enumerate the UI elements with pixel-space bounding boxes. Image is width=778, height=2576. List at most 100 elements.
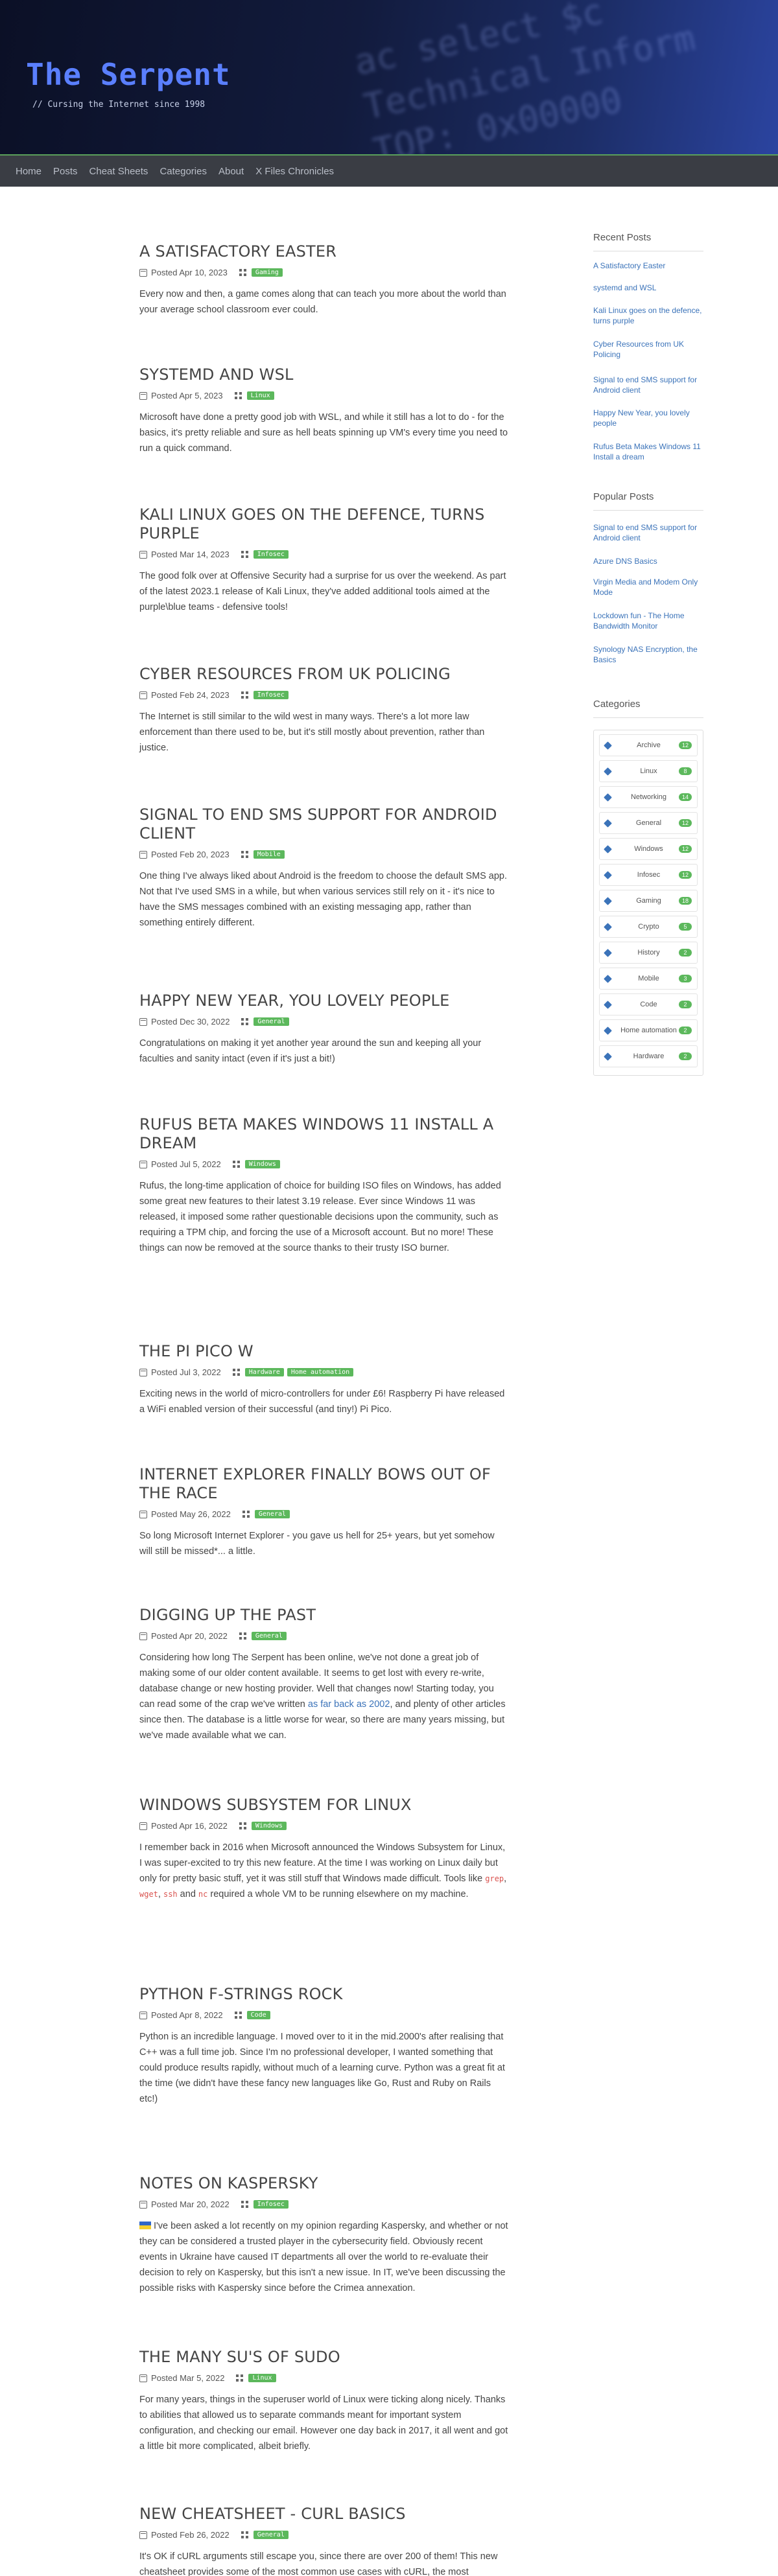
post-meta: Posted Apr 5, 2023 Linux <box>139 391 509 400</box>
post-excerpt: Python is an incredible language. I move… <box>139 2032 505 2104</box>
site-title[interactable]: The Serpent <box>26 57 231 92</box>
post-tag[interactable]: Home automation <box>287 1368 354 1376</box>
post-tag[interactable]: Infosec <box>253 550 289 559</box>
calendar-icon <box>139 850 147 859</box>
nav-cheat-sheets[interactable]: Cheat Sheets <box>89 166 148 177</box>
category-item-archive[interactable]: Archive 12 <box>599 734 698 756</box>
category-count-badge: 18 <box>679 897 692 905</box>
popular-post-link[interactable]: Lockdown fun - The Home Bandwidth Monito… <box>593 610 703 631</box>
post-title[interactable]: CYBER RESOURCES FROM UK POLICING <box>139 665 509 684</box>
post-tag[interactable]: Infosec <box>253 691 289 699</box>
post-tag[interactable]: General <box>254 1510 290 1518</box>
category-item-history[interactable]: History 2 <box>599 942 698 964</box>
category-item-general[interactable]: General 12 <box>599 812 698 834</box>
category-item-mobile[interactable]: Mobile 3 <box>599 968 698 990</box>
post-excerpt: Exciting news in the world of micro-cont… <box>139 1389 505 1415</box>
nav-posts[interactable]: Posts <box>53 166 78 177</box>
tags-icon <box>239 1632 246 1640</box>
post-text: required a whole VM to be running elsewh… <box>207 1889 469 1899</box>
post-tag[interactable]: Linux <box>248 2374 276 2382</box>
post-title[interactable]: THE MANY SU'S OF SUDO <box>139 2348 509 2367</box>
post-title[interactable]: THE PI PICO W <box>139 1342 509 1361</box>
category-count-badge: 8 <box>679 767 692 775</box>
post-tag[interactable]: Mobile <box>253 850 285 859</box>
category-label: Crypto <box>638 922 659 931</box>
post-title[interactable]: INTERNET EXPLORER FINALLY BOWS OUT OF TH… <box>139 1465 509 1503</box>
recent-post-link[interactable]: Cyber Resources from UK Policing <box>593 339 703 360</box>
category-item-gaming[interactable]: Gaming 18 <box>599 890 698 912</box>
post-tag[interactable]: Infosec <box>253 2200 289 2209</box>
tags-icon <box>241 851 248 858</box>
popular-post-link[interactable]: Synology NAS Encryption, the Basics <box>593 644 703 665</box>
category-item-linux[interactable]: Linux 8 <box>599 760 698 782</box>
post-title[interactable]: NEW CHEATSHEET - CURL BASICS <box>139 2505 509 2524</box>
recent-post-link[interactable]: Rufus Beta Makes Windows 11 Install a dr… <box>593 441 703 462</box>
tags-icon <box>234 2012 242 2019</box>
post-meta: Posted Mar 20, 2022 Infosec <box>139 2199 509 2209</box>
post-tag[interactable]: General <box>251 1632 287 1640</box>
inline-code: nc <box>198 1890 208 1899</box>
category-item-code[interactable]: Code 2 <box>599 993 698 1015</box>
post-title[interactable]: SYSTEMD AND WSL <box>139 366 509 384</box>
nav-home[interactable]: Home <box>16 166 41 177</box>
post-excerpt: One thing I've always liked about Androi… <box>139 871 508 928</box>
recent-post-link[interactable]: A Satisfactory Easter <box>593 261 703 271</box>
category-item-infosec[interactable]: Infosec 12 <box>599 864 698 886</box>
post-title[interactable]: PYTHON F-STRINGS ROCK <box>139 1985 509 2004</box>
post-meta: Posted Feb 20, 2023 Mobile <box>139 850 509 859</box>
post-tag[interactable]: General <box>253 2531 289 2539</box>
post-date: Posted Feb 24, 2023 <box>151 690 230 700</box>
post-title[interactable]: A SATISFACTORY EASTER <box>139 242 509 261</box>
category-item-home-automation[interactable]: Home automation 2 <box>599 1019 698 1041</box>
tags-icon <box>232 1161 240 1168</box>
popular-post-link[interactable]: Azure DNS Basics <box>593 556 703 566</box>
post-title[interactable]: WINDOWS SUBSYSTEM FOR LINUX <box>139 1796 509 1815</box>
post-tag[interactable]: Gaming <box>251 268 283 277</box>
post-tag[interactable]: Hardware <box>244 1368 284 1376</box>
recent-post-link[interactable]: systemd and WSL <box>593 283 703 293</box>
post-tag[interactable]: Code <box>246 2011 270 2019</box>
post-date: Posted Mar 20, 2022 <box>151 2199 230 2209</box>
category-item-crypto[interactable]: Crypto 5 <box>599 916 698 938</box>
archive-link[interactable]: as far back as 2002 <box>308 1699 390 1710</box>
popular-post-link[interactable]: Signal to end SMS support for Android cl… <box>593 522 703 543</box>
post-tag[interactable]: General <box>253 1017 289 1026</box>
post-title[interactable]: RUFUS BETA MAKES WINDOWS 11 INSTALL A DR… <box>139 1115 509 1153</box>
category-item-hardware[interactable]: Hardware 2 <box>599 1045 698 1067</box>
post-date: Posted Dec 30, 2022 <box>151 1017 230 1027</box>
post-tag[interactable]: Windows <box>244 1160 280 1168</box>
post-title[interactable]: SIGNAL TO END SMS SUPPORT FOR ANDROID CL… <box>139 806 509 843</box>
tags-icon <box>239 269 246 276</box>
tag-icon <box>604 818 612 828</box>
category-count-badge: 14 <box>679 793 692 801</box>
post-title[interactable]: KALI LINUX GOES ON THE DEFENCE, TURNS PU… <box>139 505 509 543</box>
nav-x-files-chronicles[interactable]: X Files Chronicles <box>255 166 334 177</box>
category-label: Infosec <box>637 870 661 879</box>
recent-post-link[interactable]: Happy New Year, you lovely people <box>593 408 703 428</box>
calendar-icon <box>139 1632 147 1640</box>
post-tag[interactable]: Linux <box>246 391 274 400</box>
post-title[interactable]: DIGGING UP THE PAST <box>139 1606 509 1625</box>
post-date: Posted Apr 8, 2022 <box>151 2010 223 2020</box>
nav-about[interactable]: About <box>218 166 244 177</box>
nav-categories[interactable]: Categories <box>159 166 207 177</box>
post-card: PYTHON F-STRINGS ROCK Posted Apr 8, 2022… <box>139 1985 509 2107</box>
category-label: Mobile <box>638 974 659 982</box>
post-date: Posted Apr 10, 2023 <box>151 268 228 277</box>
tags-icon <box>242 1511 250 1518</box>
category-count-badge: 12 <box>679 819 692 827</box>
post-meta: Posted Jul 5, 2022 Windows <box>139 1159 509 1169</box>
calendar-icon <box>139 1510 147 1518</box>
category-item-windows[interactable]: Windows 12 <box>599 838 698 860</box>
tags-icon <box>232 1369 240 1376</box>
post-title[interactable]: NOTES ON KASPERSKY <box>139 2174 509 2193</box>
recent-post-link[interactable]: Signal to end SMS support for Android cl… <box>593 375 703 395</box>
category-count-badge: 2 <box>679 1001 692 1008</box>
post-meta: Posted Apr 8, 2022 Code <box>139 2010 509 2020</box>
post-title[interactable]: HAPPY NEW YEAR, YOU LOVELY PEOPLE <box>139 992 509 1010</box>
post-text: I've been asked a lot recently on my opi… <box>139 2221 508 2293</box>
popular-post-link[interactable]: Virgin Media and Modem Only Mode <box>593 577 703 598</box>
category-item-networking[interactable]: Networking 14 <box>599 786 698 808</box>
post-tag[interactable]: Windows <box>251 1822 287 1830</box>
recent-post-link[interactable]: Kali Linux goes on the defence, turns pu… <box>593 305 703 326</box>
